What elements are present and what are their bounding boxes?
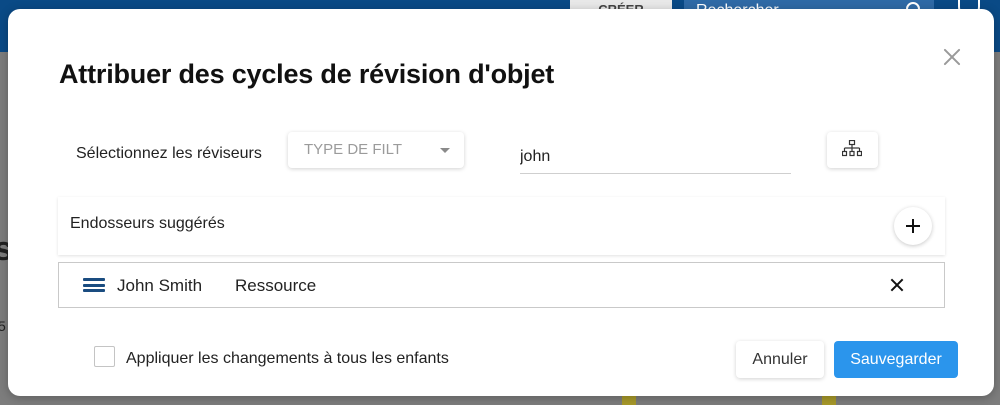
select-reviewers-label: Sélectionnez les réviseurs: [76, 145, 262, 162]
close-icon[interactable]: [940, 45, 964, 69]
chevron-down-icon: [440, 148, 450, 153]
suggested-endorsers-label: Endosseurs suggérés: [70, 215, 225, 232]
drag-handle-icon[interactable]: [83, 278, 105, 292]
remove-icon[interactable]: [890, 278, 904, 292]
apply-to-children-checkbox[interactable]: [94, 346, 115, 367]
reviewer-name: John Smith: [117, 276, 203, 295]
reviewer-role: Ressource: [235, 276, 317, 295]
suggested-endorsers-panel: Endosseurs suggérés: [58, 197, 945, 255]
save-button[interactable]: Sauvegarder: [834, 341, 958, 378]
background-text-fragment: 5: [0, 318, 6, 334]
apply-to-children-label: Appliquer les changements à tous les enf…: [126, 350, 449, 367]
plus-icon[interactable]: [894, 207, 932, 245]
filter-type-select[interactable]: TYPE DE FILT: [288, 132, 464, 168]
assign-review-cycles-dialog: Attribuer des cycles de révision d'objet…: [8, 9, 994, 396]
cancel-button[interactable]: Annuler: [736, 341, 824, 378]
reviewer-row: John Smith Ressource: [58, 262, 945, 308]
org-chart-button[interactable]: [827, 132, 878, 168]
filter-type-value: TYPE DE FILT: [304, 141, 403, 158]
org-chart-icon: [842, 140, 862, 157]
dialog-title: Attribuer des cycles de révision d'objet: [59, 59, 555, 89]
reviewer-search-input[interactable]: [520, 141, 791, 174]
